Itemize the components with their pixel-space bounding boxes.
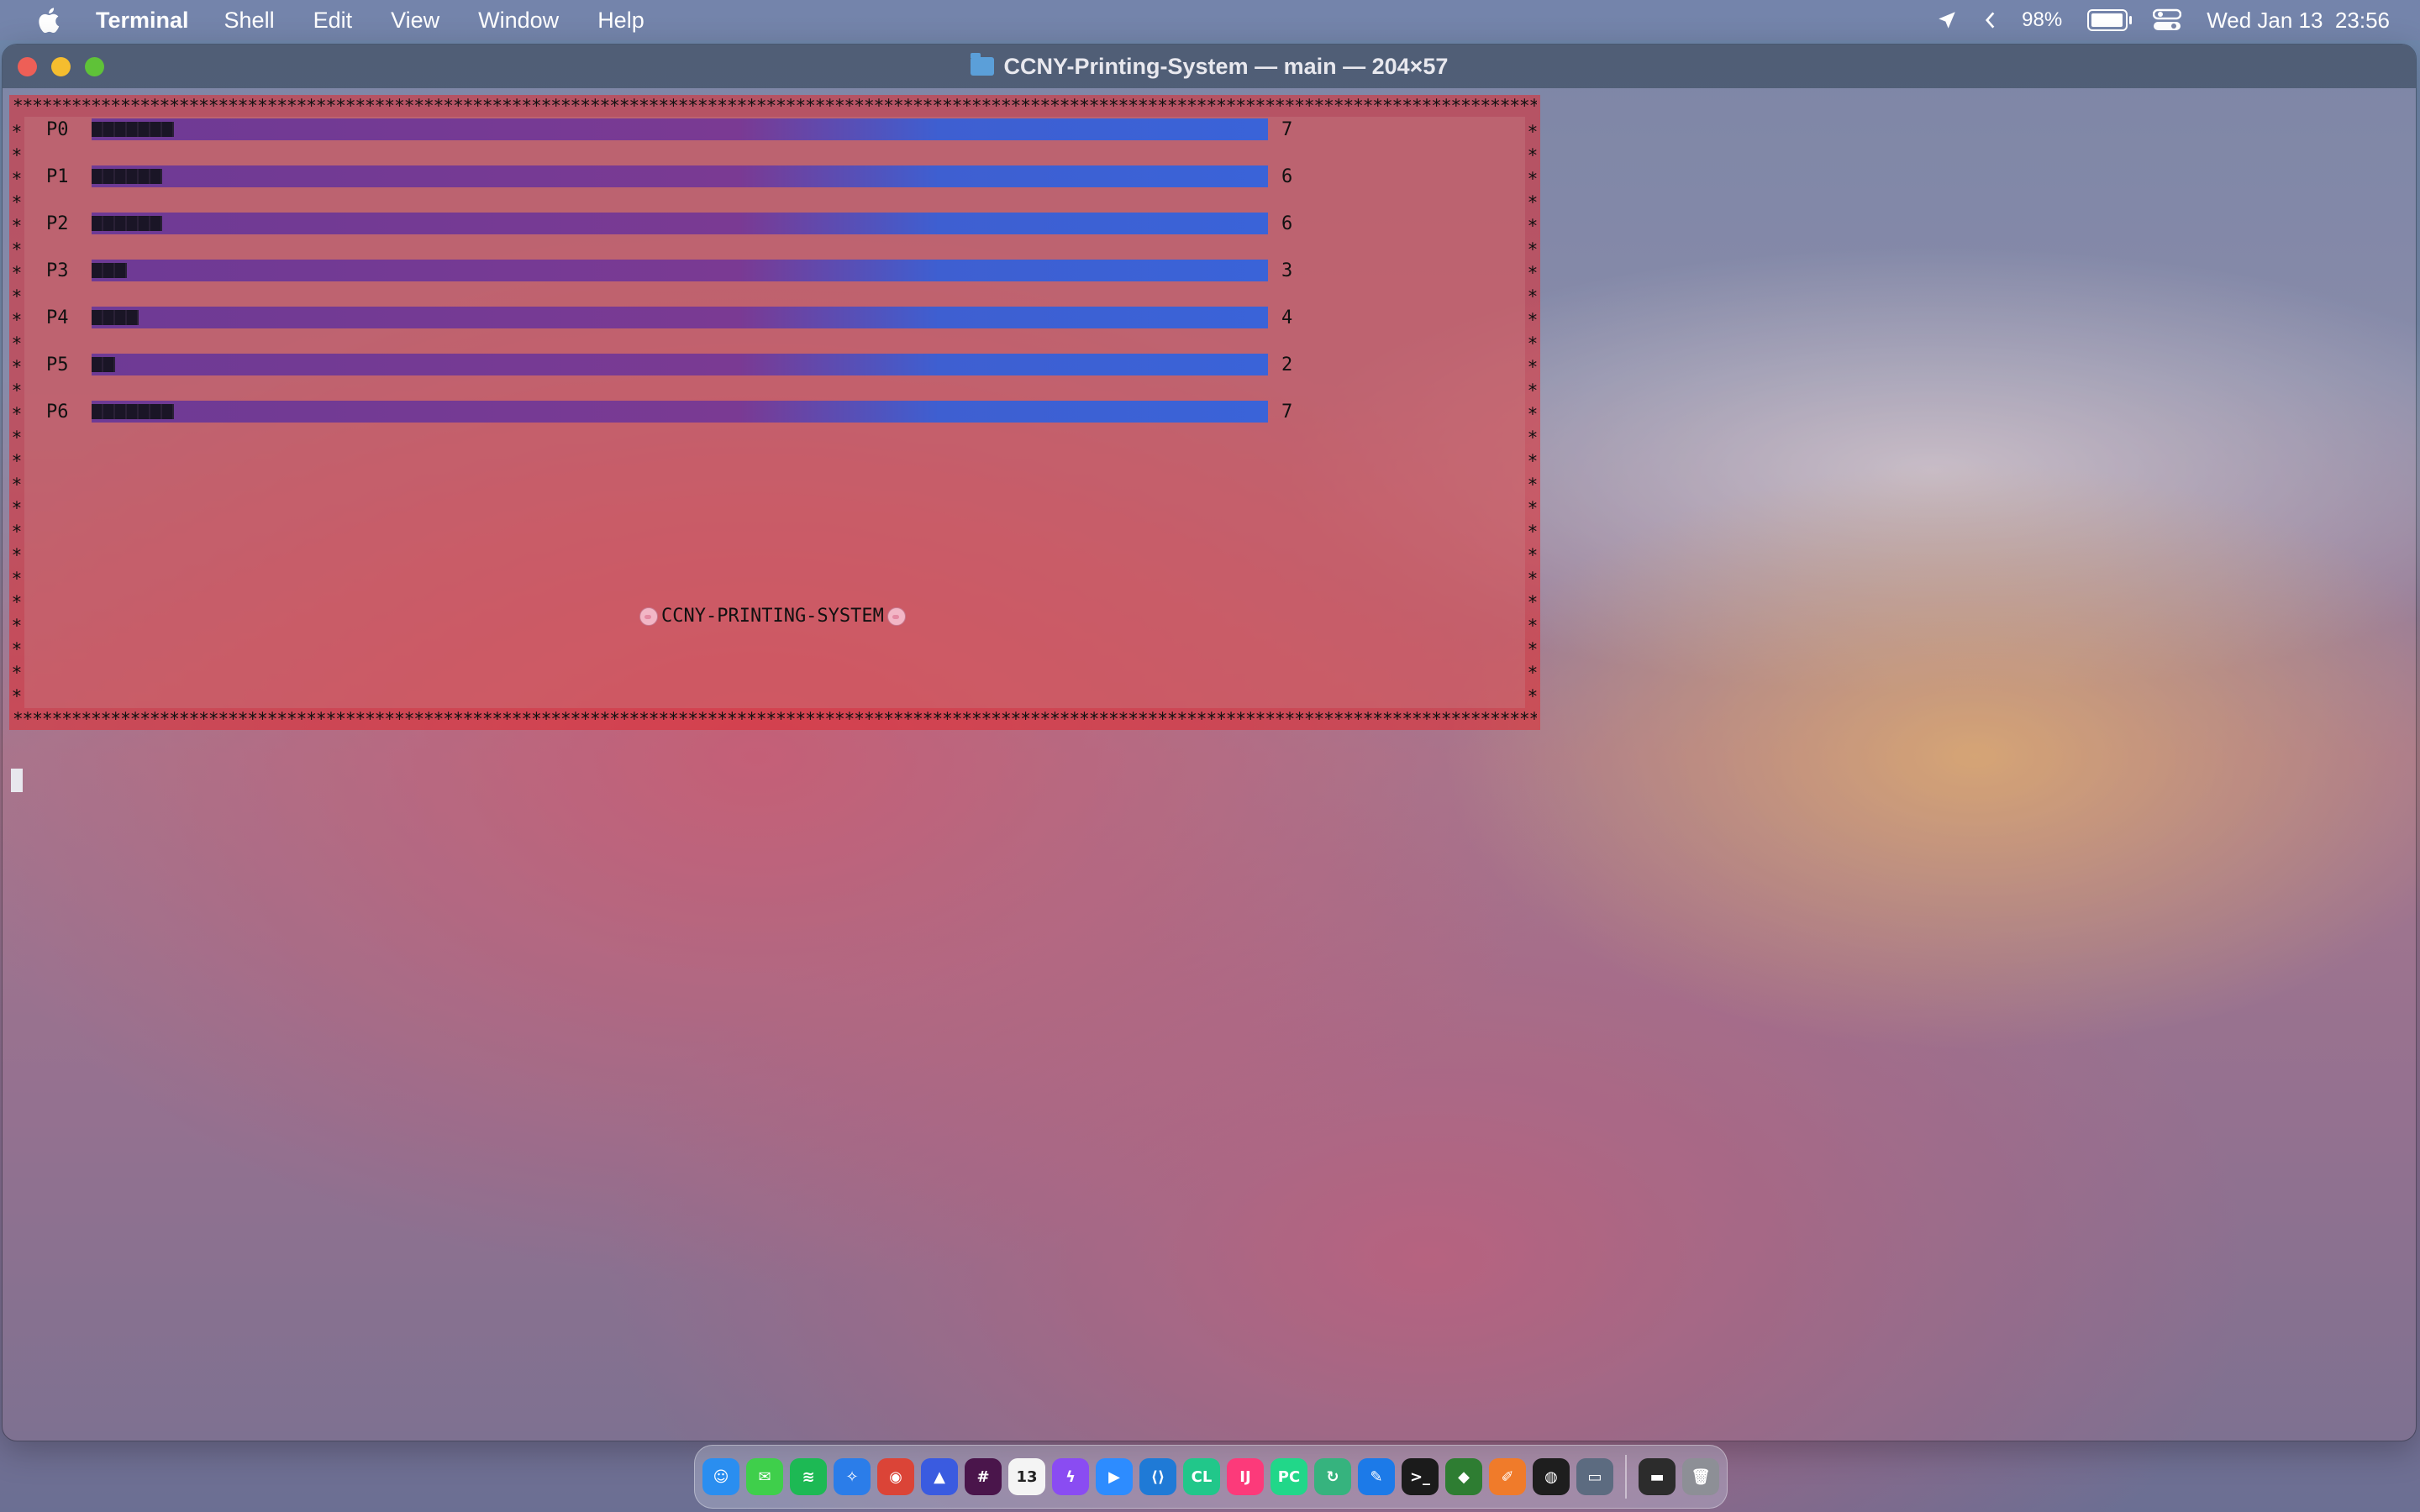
progress-label: P2: [46, 213, 69, 234]
pycharm-icon[interactable]: PC: [1270, 1458, 1307, 1495]
progress-label: P5: [46, 354, 69, 375]
progress-track: [92, 118, 1268, 140]
dock-separator: [1625, 1455, 1627, 1499]
clion-icon[interactable]: CL: [1183, 1458, 1220, 1495]
window-title: CCNY-Printing-System — main — 204×57: [1003, 53, 1449, 79]
menu-window[interactable]: Window: [478, 8, 559, 34]
progress-value: 6: [1281, 213, 1293, 234]
progress-fill: [92, 310, 139, 325]
folder-icon: [970, 53, 994, 76]
frame-right-border: **************************: [1527, 122, 1539, 705]
terminal-window-icon[interactable]: ▬: [1639, 1458, 1676, 1495]
progress-track: [92, 260, 1268, 281]
intellij-icon[interactable]: IJ: [1227, 1458, 1264, 1495]
slack-icon[interactable]: #: [965, 1458, 1002, 1495]
menu-bar: Terminal Shell Edit View Window Help 98%…: [0, 0, 2420, 40]
progress-label: P3: [46, 260, 69, 281]
minimize-window-button[interactable]: [51, 57, 71, 76]
window-titlebar[interactable]: CCNY-Printing-System — main — 204×57: [3, 45, 2416, 88]
chevron-left-icon[interactable]: [1983, 9, 1996, 31]
progress-label: P6: [46, 401, 69, 423]
frame-bottom-border: ****************************************…: [13, 710, 1537, 728]
pig-icon: [639, 606, 658, 626]
progress-label: P4: [46, 307, 69, 328]
sourcetree-icon[interactable]: ◆: [1445, 1458, 1482, 1495]
dock: ☺ ✉ ≋ ✧ ◉ ▲ #13 ϟ ▶ ⟨⟩ CL IJ PC ↻ ✎ >_ ◆ ✐ ◍ ▭ ▬ 🗑: [694, 1445, 1728, 1509]
close-window-button[interactable]: [18, 57, 37, 76]
xcode-icon[interactable]: ✎: [1358, 1458, 1395, 1495]
progress-track: [92, 213, 1268, 234]
progress-fill: [92, 216, 162, 231]
location-arrow-icon[interactable]: [1936, 9, 1958, 31]
progress-label: P1: [46, 165, 69, 187]
terminal-window: CCNY-Printing-System — main — 204×57 ***…: [2, 44, 2417, 1441]
pages-icon[interactable]: ✐: [1489, 1458, 1526, 1495]
arc-icon[interactable]: ▲: [921, 1458, 958, 1495]
progress-value: 6: [1281, 165, 1293, 187]
menu-view[interactable]: View: [391, 8, 439, 34]
terminal-content[interactable]: ************************** **************…: [3, 88, 2416, 1441]
progress-track: [92, 165, 1268, 187]
spotify-icon[interactable]: ≋: [790, 1458, 827, 1495]
refresh-app-icon[interactable]: ↻: [1314, 1458, 1351, 1495]
banner-text: CCNY-PRINTING-SYSTEM: [661, 606, 884, 627]
apple-icon[interactable]: [35, 6, 60, 34]
chrome-icon[interactable]: ◉: [877, 1458, 914, 1495]
progress-fill: [92, 404, 174, 419]
progress-fill: [92, 357, 115, 372]
menu-help[interactable]: Help: [597, 8, 644, 34]
progress-value: 7: [1281, 118, 1293, 140]
messenger-icon[interactable]: ϟ: [1052, 1458, 1089, 1495]
messages-icon[interactable]: ✉: [746, 1458, 783, 1495]
status-area: 98% Wed Jan 13 23:56: [1936, 0, 2390, 40]
banner: CCNY-PRINTING-SYSTEM: [639, 606, 906, 627]
menubar-clock[interactable]: Wed Jan 13 23:56: [2207, 8, 2390, 34]
menu-app-terminal[interactable]: Terminal: [96, 8, 189, 34]
progress-label: P0: [46, 118, 69, 140]
zoom-icon[interactable]: ▶: [1096, 1458, 1133, 1495]
progress-fill: [92, 263, 127, 278]
frame-left-border: **************************: [11, 122, 23, 705]
progress-track: [92, 401, 1268, 423]
control-center-icon[interactable]: [2153, 8, 2182, 32]
trash-icon[interactable]: 🗑: [1682, 1458, 1719, 1495]
menu-shell[interactable]: Shell: [224, 8, 275, 34]
menu-edit[interactable]: Edit: [313, 8, 353, 34]
preview-icon[interactable]: ▭: [1576, 1458, 1613, 1495]
progress-value: 7: [1281, 401, 1293, 423]
traffic-lights: [18, 57, 104, 76]
battery-percent: 98%: [2022, 8, 2063, 31]
frame-top-border: ****************************************…: [13, 97, 1537, 115]
pig-icon: [886, 606, 906, 626]
safari-icon[interactable]: ✧: [834, 1458, 871, 1495]
vscode-icon[interactable]: ⟨⟩: [1139, 1458, 1176, 1495]
figma-icon[interactable]: ◍: [1533, 1458, 1570, 1495]
progress-fill: [92, 122, 174, 137]
terminal-cursor: [11, 769, 23, 792]
progress-value: 4: [1281, 307, 1293, 328]
progress-fill: [92, 169, 162, 184]
progress-value: 2: [1281, 354, 1293, 375]
ascii-frame: ************************** **************…: [9, 95, 1540, 730]
finder-icon[interactable]: ☺: [702, 1458, 739, 1495]
terminal-icon[interactable]: >_: [1402, 1458, 1439, 1495]
progress-track: [92, 354, 1268, 375]
progress-track: [92, 307, 1268, 328]
progress-value: 3: [1281, 260, 1293, 281]
calendar-icon[interactable]: 13: [1008, 1458, 1045, 1495]
zoom-window-button[interactable]: [85, 57, 104, 76]
battery-icon[interactable]: [2087, 9, 2133, 31]
